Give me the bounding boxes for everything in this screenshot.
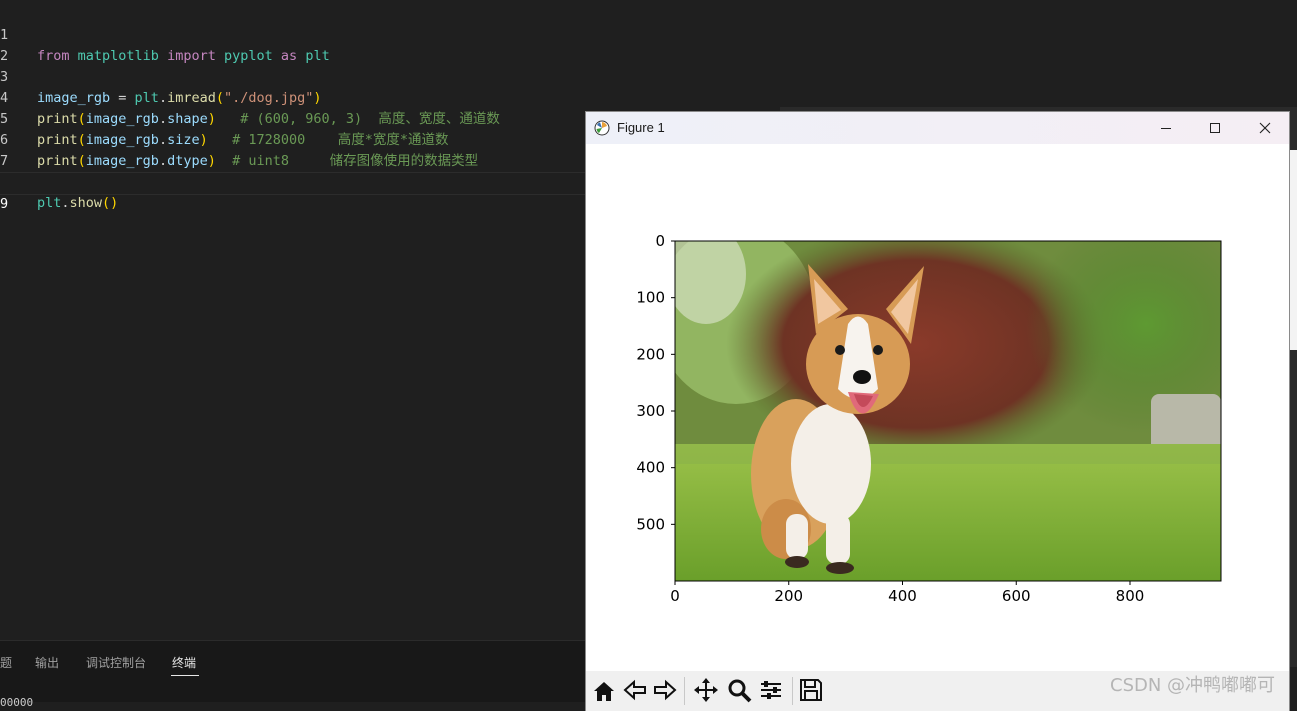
active-tab-indicator <box>171 675 199 676</box>
tab-terminal[interactable]: 终端 <box>172 654 196 671</box>
tab-debug-console[interactable]: 调试控制台 <box>86 654 146 671</box>
y-tick-label: 0 <box>655 232 665 250</box>
minimize-icon <box>1161 128 1171 129</box>
y-tick-label: 200 <box>636 345 665 363</box>
code-line[interactable]: 8 plt.show() <box>0 151 600 211</box>
code-line-current[interactable]: 9 <box>0 172 600 212</box>
y-tick-label: 400 <box>636 459 665 477</box>
forward-arrow-icon[interactable] <box>652 677 678 703</box>
code-token: plt <box>37 195 62 211</box>
line-number: 9 <box>0 196 9 212</box>
minimize-button[interactable] <box>1143 112 1189 144</box>
code-line[interactable]: 1 from matplotlib import pyplot as plt <box>0 4 600 64</box>
title-bar[interactable]: Figure 1 <box>586 112 1289 144</box>
zoom-icon[interactable] <box>726 677 752 703</box>
code-line[interactable]: 4 print(image_rgb.shape) # (600, 960, 3)… <box>0 67 600 127</box>
code-line[interactable]: 7 plt.imshow(image_rgb) <box>0 130 600 190</box>
figure-canvas[interactable]: 0 200 400 600 800 0 100 200 300 400 500 <box>586 144 1289 671</box>
x-tick-label: 0 <box>670 587 680 605</box>
code-line[interactable]: 6 print(image_rgb.dtype) # uint8 储存图像使用的… <box>0 109 600 169</box>
pan-icon[interactable] <box>693 677 719 703</box>
window-title: Figure 1 <box>617 120 665 135</box>
code-token: () <box>102 195 119 211</box>
watermark: CSDN @冲鸭嘟嘟可 <box>1110 675 1276 696</box>
figure-window[interactable]: Figure 1 0 200 400 600 800 0 100 200 300… <box>585 111 1290 711</box>
y-tick-label: 300 <box>636 402 665 420</box>
maximize-button[interactable] <box>1192 112 1238 144</box>
y-tick-label: 500 <box>636 515 665 533</box>
maximize-icon <box>1210 123 1220 133</box>
save-icon[interactable] <box>798 677 824 703</box>
y-tick-label: 100 <box>636 289 665 307</box>
close-button[interactable] <box>1242 112 1288 144</box>
close-icon <box>1259 122 1271 134</box>
dog-photo <box>675 241 1221 581</box>
subplots-config-icon[interactable] <box>758 677 784 703</box>
code-line[interactable]: 3 image_rgb = plt.imread("./dog.jpg") <box>0 46 600 106</box>
y-axis: 0 100 200 300 400 500 <box>636 232 675 533</box>
x-axis: 0 200 400 600 800 <box>670 581 1144 605</box>
back-arrow-icon[interactable] <box>622 677 648 703</box>
x-tick-label: 200 <box>774 587 803 605</box>
background-window-edge <box>1290 150 1297 350</box>
code-editor[interactable]: 1 from matplotlib import pyplot as plt 2… <box>0 0 600 640</box>
x-tick-label: 800 <box>1116 587 1145 605</box>
code-line[interactable]: 5 print(image_rgb.size) # 1728000 高度*宽度*… <box>0 88 600 148</box>
x-tick-label: 600 <box>1002 587 1031 605</box>
tab-output[interactable]: 输出 <box>35 654 59 671</box>
x-tick-label: 400 <box>888 587 917 605</box>
home-icon[interactable] <box>591 677 617 703</box>
bottom-panel: 题 输出 调试控制台 终端 00000 <box>0 640 600 709</box>
code-line[interactable]: 2 <box>0 25 600 64</box>
code-token: . <box>61 195 70 211</box>
terminal-output: 00000 <box>0 696 34 709</box>
matplotlib-logo-icon <box>594 120 610 136</box>
tab-problems[interactable]: 题 <box>0 654 12 671</box>
code-token: show <box>69 195 103 211</box>
